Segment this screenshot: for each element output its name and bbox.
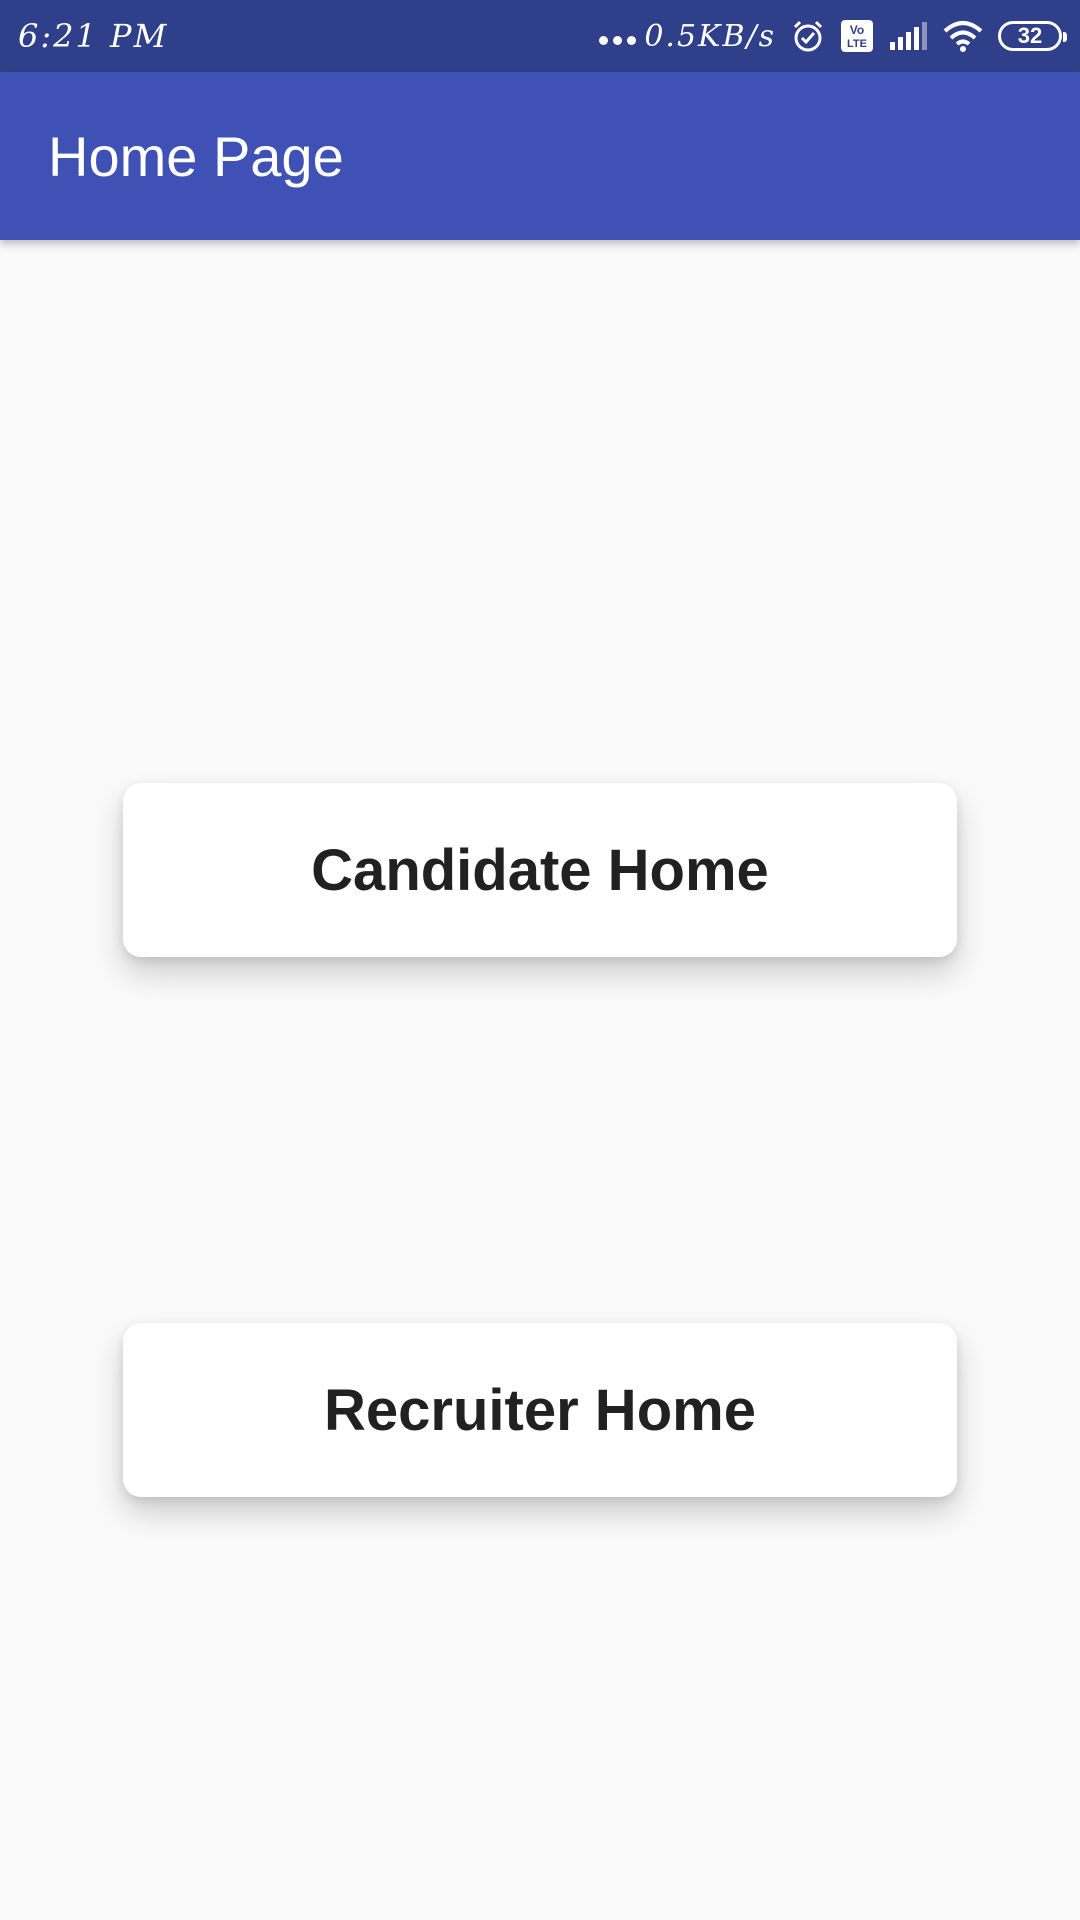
- volte-vo-text: Vo: [850, 23, 864, 37]
- more-dots-icon: [599, 21, 637, 51]
- candidate-home-button[interactable]: Candidate Home: [123, 783, 957, 957]
- status-icons: 0.5KB/s Vo LTE 32: [599, 18, 1067, 54]
- network-speed: 0.5KB/s: [644, 18, 776, 54]
- app-bar: Home Page: [0, 72, 1080, 240]
- recruiter-home-button[interactable]: Recruiter Home: [123, 1323, 957, 1497]
- battery-icon: 32: [998, 21, 1067, 51]
- volte-lte-text: LTE: [847, 38, 867, 50]
- alarm-icon: [790, 18, 826, 54]
- page-title: Home Page: [48, 124, 344, 188]
- wifi-icon: [942, 19, 984, 53]
- signal-icon: [888, 20, 928, 52]
- volte-icon: Vo LTE: [840, 19, 874, 53]
- status-bar: 6:21 PM 0.5KB/s Vo LTE 32: [0, 0, 1080, 72]
- status-time: 6:21 PM: [18, 17, 169, 55]
